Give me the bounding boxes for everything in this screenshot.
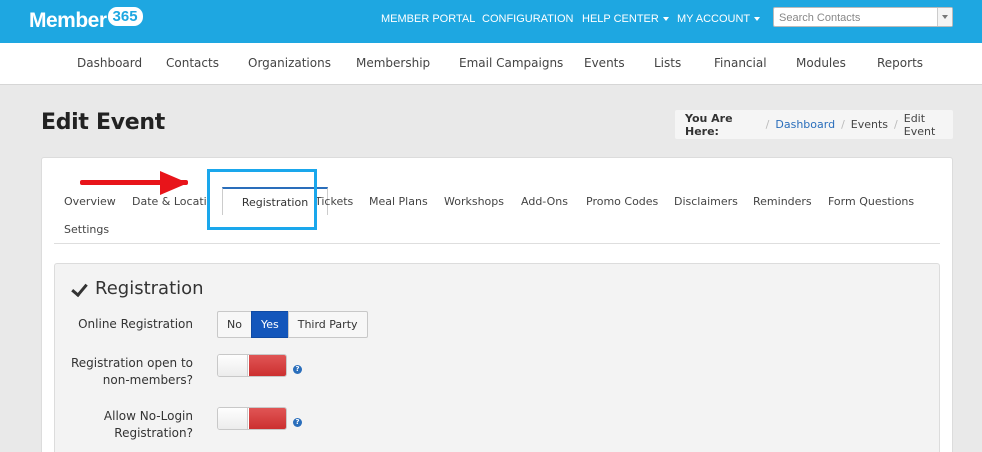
nav-financial[interactable]: Financial	[714, 56, 767, 70]
toggle-on-side	[249, 355, 286, 376]
logo-number: 365	[107, 6, 143, 26]
label-line: Registration?	[114, 426, 193, 440]
allow-no-login-toggle[interactable]	[217, 407, 287, 430]
breadcrumb-edit-event: Edit Event	[903, 111, 936, 138]
help-icon[interactable]: ?	[293, 418, 302, 427]
dropdown-arrow-icon[interactable]	[937, 8, 952, 26]
nav-lists[interactable]: Lists	[654, 56, 681, 70]
highlight-box-annotation	[207, 169, 317, 230]
topnav-help-center[interactable]: HELP CENTER	[582, 0, 669, 38]
nav-dashboard[interactable]: Dashboard	[77, 56, 142, 70]
breadcrumb-separator: /	[894, 118, 898, 131]
registration-section: Registration Online Registration No Yes …	[54, 263, 940, 452]
online-registration-yes-button[interactable]: Yes	[250, 311, 289, 338]
breadcrumb-label: You Are Here:	[685, 111, 733, 138]
main-nav: Dashboard Contacts Organizations Members…	[0, 43, 982, 85]
allow-no-login-label: Allow No-Login Registration?	[55, 408, 193, 442]
tab-tickets[interactable]: Tickets	[315, 195, 353, 208]
open-non-members-label: Registration open to non-members?	[55, 355, 193, 389]
search-contacts	[773, 7, 953, 27]
tabs-divider	[54, 243, 940, 244]
breadcrumb-events: Events	[850, 118, 889, 131]
tab-reminders[interactable]: Reminders	[753, 195, 812, 208]
tab-promo-codes[interactable]: Promo Codes	[586, 195, 658, 208]
label-line: Allow No-Login	[103, 409, 193, 423]
page-title: Edit Event	[41, 110, 165, 135]
tab-date-location[interactable]: Date & Location	[132, 195, 208, 208]
toggle-on-side	[249, 408, 286, 429]
toggle-off-side	[218, 355, 248, 376]
section-title: Registration	[71, 278, 204, 299]
nav-reports[interactable]: Reports	[877, 56, 923, 70]
online-registration-buttons: No Yes Third Party	[217, 311, 368, 338]
nav-membership[interactable]: Membership	[356, 56, 430, 70]
tab-workshops[interactable]: Workshops	[444, 195, 504, 208]
topnav-member-portal[interactable]: MEMBER PORTAL	[381, 0, 475, 38]
label-line: non-members?	[102, 373, 193, 387]
tab-settings[interactable]: Settings	[64, 223, 109, 236]
label-line: Registration open to	[71, 356, 193, 370]
toggle-off-side	[218, 408, 248, 429]
tab-add-ons[interactable]: Add-Ons	[521, 195, 568, 208]
caret-down-icon	[754, 17, 761, 21]
breadcrumb-dashboard[interactable]: Dashboard	[775, 118, 835, 131]
member365-logo[interactable]: Member 365	[29, 6, 143, 36]
online-registration-label: Online Registration	[78, 317, 193, 331]
breadcrumb-separator: /	[841, 118, 845, 131]
topnav-label: MEMBER PORTAL	[381, 13, 476, 25]
topnav-my-account[interactable]: MY ACCOUNT	[677, 0, 761, 38]
online-registration-third-party-button[interactable]: Third Party	[287, 311, 368, 338]
tab-disclaimers[interactable]: Disclaimers	[674, 195, 738, 208]
topnav-label: MY ACCOUNT	[677, 13, 751, 25]
logo-text: Member	[29, 9, 107, 32]
topnav-label: CONFIGURATION	[482, 13, 574, 25]
caret-down-icon	[662, 17, 669, 21]
nav-events[interactable]: Events	[584, 56, 625, 70]
section-title-text: Registration	[95, 278, 204, 299]
open-non-members-toggle[interactable]	[217, 354, 287, 377]
checkmark-icon	[71, 282, 85, 296]
breadcrumb: You Are Here: / Dashboard / Events / Edi…	[675, 110, 953, 139]
nav-modules[interactable]: Modules	[796, 56, 846, 70]
topnav-label: HELP CENTER	[582, 13, 659, 25]
red-arrow-head-icon	[160, 171, 188, 195]
edit-event-panel: Overview Date & Location Registration Ti…	[41, 157, 953, 452]
search-input[interactable]	[774, 9, 936, 27]
top-bar: Member 365 MEMBER PORTAL CONFIGURATION H…	[0, 0, 982, 43]
tab-overview[interactable]: Overview	[64, 195, 116, 208]
nav-organizations[interactable]: Organizations	[248, 56, 331, 70]
help-icon[interactable]: ?	[293, 365, 302, 374]
nav-email-campaigns[interactable]: Email Campaigns	[459, 56, 563, 70]
tab-meal-plans[interactable]: Meal Plans	[369, 195, 428, 208]
nav-contacts[interactable]: Contacts	[166, 56, 219, 70]
tab-form-questions[interactable]: Form Questions	[828, 195, 914, 208]
topnav-configuration[interactable]: CONFIGURATION	[482, 0, 573, 38]
breadcrumb-separator: /	[765, 118, 770, 131]
online-registration-no-button[interactable]: No	[217, 311, 252, 338]
